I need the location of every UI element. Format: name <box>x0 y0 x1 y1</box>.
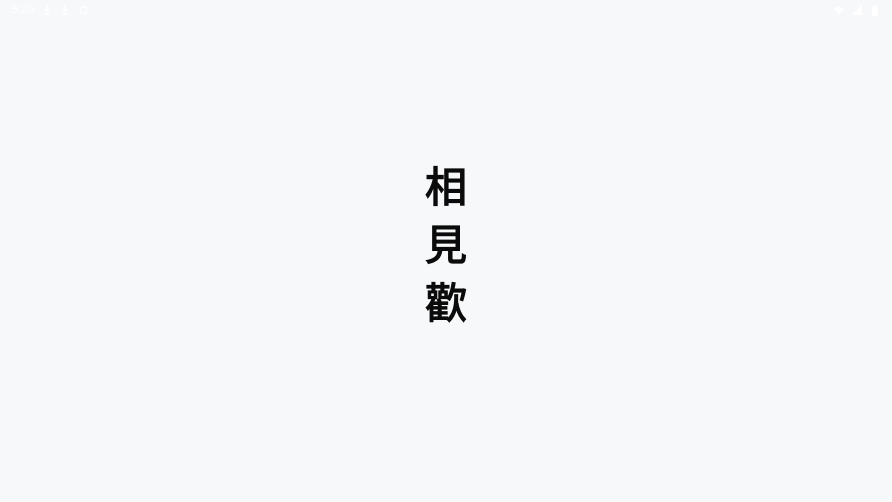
splash-screen: 5:20 相 見 歡 <box>0 0 892 502</box>
download-icon <box>60 5 70 15</box>
app-title-vertical: 相 見 歡 <box>425 166 467 326</box>
status-bar: 5:20 <box>0 0 892 20</box>
title-char: 歡 <box>424 279 468 328</box>
signal-icon <box>852 5 862 15</box>
wifi-icon <box>834 5 844 15</box>
status-bar-left: 5:20 <box>12 4 88 16</box>
status-time: 5:20 <box>12 4 35 16</box>
notification-icon <box>78 5 88 15</box>
download-icon <box>42 5 52 15</box>
title-char: 相 <box>424 163 468 212</box>
status-bar-right <box>834 4 880 16</box>
battery-icon <box>870 4 880 16</box>
title-char: 見 <box>424 221 468 270</box>
